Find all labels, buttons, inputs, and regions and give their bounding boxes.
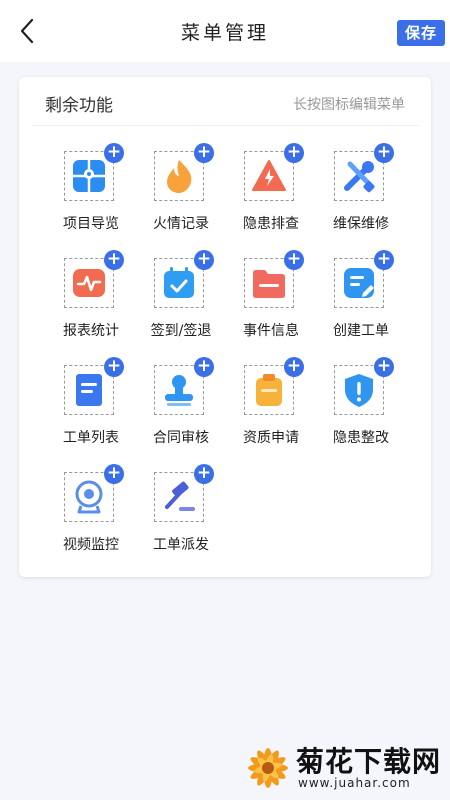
menu-item[interactable]: + 项目导览	[45, 143, 137, 257]
flower-logo-icon	[248, 748, 288, 788]
camera-icon	[75, 480, 103, 514]
menu-item[interactable]: + 资质申请	[225, 357, 317, 471]
shield-alert-icon	[345, 374, 373, 407]
menu-item-label: 签到/签退	[150, 323, 212, 339]
stamp-icon	[165, 375, 193, 406]
menu-item[interactable]: + 维保维修	[315, 143, 407, 257]
page-title: 菜单管理	[180, 22, 269, 44]
menu-item[interactable]: + 合同审核	[135, 357, 227, 471]
menu-item[interactable]: + 工单列表	[45, 357, 137, 471]
menu-item-label: 隐患排查	[243, 216, 299, 232]
menu-item-label: 隐患整改	[333, 430, 389, 446]
menu-item[interactable]: + 报表统计	[45, 250, 137, 364]
clipboard-icon	[256, 374, 282, 406]
edit-document-icon	[344, 268, 374, 298]
menu-item-label: 火情记录	[153, 216, 209, 232]
add-button[interactable]: +	[374, 357, 394, 377]
flame-icon	[167, 160, 192, 193]
add-button[interactable]: +	[374, 143, 394, 163]
pulse-chart-icon	[73, 269, 105, 297]
add-button[interactable]: +	[194, 250, 214, 270]
menu-item[interactable]: + 事件信息	[225, 250, 317, 364]
add-button[interactable]: +	[284, 357, 304, 377]
app-header: 菜单管理 保存	[0, 0, 450, 62]
menu-item[interactable]: + 视频监控	[45, 464, 137, 578]
menu-item-label: 维保维修	[333, 216, 389, 232]
add-button[interactable]: +	[194, 357, 214, 377]
gavel-icon	[165, 481, 195, 511]
menu-item[interactable]: + 创建工单	[315, 250, 407, 364]
card-hint: 长按图标编辑菜单	[293, 97, 405, 113]
menu-item-label: 事件信息	[243, 323, 299, 339]
watermark-url: www.juahar.com	[298, 776, 411, 790]
add-button[interactable]: +	[284, 250, 304, 270]
list-document-icon	[76, 374, 102, 406]
remaining-functions-card: 剩余功能 长按图标编辑菜单 + 项目导览 + 火情记录 + 隐患排查 + 维保维修 + 报表统计 +…	[19, 77, 431, 577]
menu-item-label: 创建工单	[333, 323, 389, 339]
menu-item-label: 合同审核	[153, 430, 209, 446]
menu-item[interactable]: + 工单派发	[135, 464, 227, 578]
calendar-check-icon	[164, 267, 194, 298]
menu-item-label: 报表统计	[63, 323, 119, 339]
add-button[interactable]: +	[194, 143, 214, 163]
add-button[interactable]: +	[104, 143, 124, 163]
warning-triangle-icon	[252, 160, 286, 191]
menu-item[interactable]: + 火情记录	[135, 143, 227, 257]
menu-item-label: 工单派发	[153, 537, 209, 553]
menu-item-label: 视频监控	[63, 537, 119, 553]
menu-item[interactable]: + 隐患排查	[225, 143, 317, 257]
add-button[interactable]: +	[374, 250, 394, 270]
card-title: 剩余功能	[45, 96, 113, 116]
add-button[interactable]: +	[284, 143, 304, 163]
add-button[interactable]: +	[104, 464, 124, 484]
add-button[interactable]: +	[104, 250, 124, 270]
menu-item[interactable]: + 签到/签退	[135, 250, 227, 364]
menu-item-label: 资质申请	[243, 430, 299, 446]
menu-item-label: 项目导览	[63, 216, 119, 232]
add-button[interactable]: +	[194, 464, 214, 484]
map-grid-icon	[73, 160, 105, 192]
divider	[32, 125, 418, 126]
menu-item[interactable]: + 隐患整改	[315, 357, 407, 471]
folder-icon	[253, 270, 285, 298]
menu-item-label: 工单列表	[63, 430, 119, 446]
wrench-screwdriver-icon	[344, 161, 375, 193]
watermark: 菊花下载网 www.juahar.com	[242, 740, 442, 794]
save-button[interactable]: 保存	[397, 20, 445, 46]
watermark-text: 菊花下载网	[296, 745, 442, 778]
add-button[interactable]: +	[104, 357, 124, 377]
